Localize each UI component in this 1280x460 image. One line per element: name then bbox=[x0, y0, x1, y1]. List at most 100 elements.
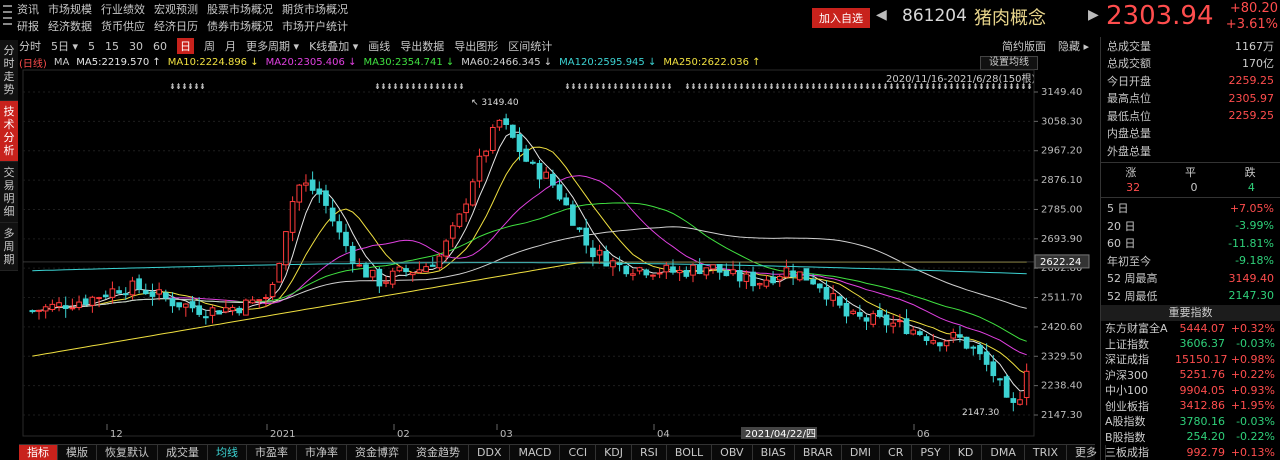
index-change: -0.03% bbox=[1236, 337, 1275, 351]
indicator-tab[interactable]: DMI bbox=[842, 445, 881, 460]
indicator-tab[interactable]: BIAS bbox=[753, 445, 795, 460]
candle-body bbox=[162, 292, 169, 299]
breadth-label: 跌 bbox=[1244, 166, 1256, 179]
perf-row: 年初至今 -9.18% bbox=[1101, 252, 1280, 270]
candle-body bbox=[82, 298, 89, 305]
candle-body bbox=[816, 283, 823, 289]
menu-item[interactable]: 研报 bbox=[17, 18, 39, 34]
candle-body bbox=[496, 119, 503, 128]
perf-row: 52 周最低 2147.30 bbox=[1101, 287, 1280, 305]
candle-body bbox=[329, 207, 336, 222]
indicator-tab[interactable]: 资金博弈 bbox=[347, 445, 408, 460]
toolbar-right-button[interactable]: 隐藏 ▸ bbox=[1058, 38, 1089, 54]
x-tick-label: 02 bbox=[397, 429, 410, 440]
indicator-tab[interactable]: 指标 bbox=[19, 445, 58, 460]
menu-row-1: 资讯 市场规模 行业绩效 宏观预测 股票市场概况 期货市场概况 bbox=[0, 0, 560, 17]
index-row[interactable]: 创业板指 3412.86 +1.95% bbox=[1101, 398, 1280, 414]
menu-item[interactable]: 经济日历 bbox=[154, 18, 198, 34]
indicator-tab[interactable]: TRIX bbox=[1025, 445, 1068, 460]
kline-svg[interactable]: 3149.40 3058.30 2967.20 2876.10 2785.00 2693.… bbox=[19, 68, 1095, 440]
menu-item[interactable]: 债券市场概况 bbox=[207, 18, 273, 34]
indicator-tab[interactable]: KD bbox=[950, 445, 983, 460]
indicator-tab[interactable]: 模版 bbox=[58, 445, 97, 460]
indicator-tab[interactable]: DDX bbox=[469, 445, 511, 460]
candle-body bbox=[116, 290, 122, 294]
candle-body bbox=[109, 288, 116, 298]
menu-item[interactable]: 货币供应 bbox=[101, 18, 145, 34]
menu-item[interactable]: 行业绩效 bbox=[101, 1, 145, 17]
period-button[interactable]: 分时 bbox=[19, 38, 41, 54]
period-button[interactable]: 导出数据 bbox=[400, 38, 444, 54]
period-button[interactable]: 周 bbox=[204, 38, 215, 54]
indicator-tab[interactable]: RSI bbox=[632, 445, 667, 460]
candle-body bbox=[963, 336, 970, 349]
menu-item[interactable]: 宏观预测 bbox=[154, 1, 198, 17]
index-row[interactable]: 深证成指 15150.17 +0.98% bbox=[1101, 352, 1280, 368]
period-button[interactable]: 60 bbox=[153, 40, 167, 53]
period-button[interactable]: 30 bbox=[129, 40, 143, 53]
indicator-tab[interactable]: 成交量 bbox=[158, 445, 208, 460]
candle-body bbox=[509, 124, 516, 138]
last-price: 2303.94 bbox=[1106, 1, 1214, 31]
ma-legend-item: MA120:2595.945 ↓ bbox=[559, 56, 657, 68]
menu-item[interactable]: 市场规模 bbox=[48, 1, 92, 17]
indicator-tab[interactable]: KDJ bbox=[596, 445, 633, 460]
menu-item[interactable]: 资讯 bbox=[17, 1, 39, 17]
indicator-tab[interactable]: 市盈率 bbox=[247, 445, 297, 460]
candle-body bbox=[590, 247, 596, 258]
left-tab[interactable]: 交易明细 bbox=[0, 162, 18, 223]
index-change: +0.32% bbox=[1230, 321, 1275, 335]
period-button[interactable]: 区间统计 bbox=[508, 38, 552, 54]
indicator-tab[interactable]: PSY bbox=[912, 445, 950, 460]
left-tab[interactable]: 多周期 bbox=[0, 223, 18, 271]
candle-body bbox=[96, 297, 102, 300]
indicator-tab[interactable]: BOLL bbox=[667, 445, 713, 460]
indicator-tab[interactable]: 资金趋势 bbox=[408, 445, 469, 460]
menu-item[interactable]: 市场开户统计 bbox=[282, 18, 348, 34]
indicator-tab[interactable]: 均线 bbox=[208, 445, 247, 460]
period-button[interactable]: K线叠加 ▾ bbox=[309, 38, 358, 54]
period-button[interactable]: 画线 bbox=[368, 38, 390, 54]
period-button[interactable]: 5日 ▾ bbox=[51, 38, 78, 54]
period-button[interactable]: 5 bbox=[88, 40, 95, 53]
menu-item[interactable]: 经济数据 bbox=[48, 18, 92, 34]
next-stock-icon[interactable]: ▶ bbox=[1088, 7, 1099, 23]
period-button[interactable]: 15 bbox=[105, 40, 119, 53]
menu-item[interactable]: 期货市场概况 bbox=[282, 1, 348, 17]
index-price: 9904.05 bbox=[1179, 383, 1226, 397]
indicator-tab[interactable]: 恢复默认 bbox=[97, 445, 158, 460]
menu-item[interactable]: 股票市场概况 bbox=[207, 1, 273, 17]
indicator-tab[interactable]: DMA bbox=[982, 445, 1025, 460]
left-tab[interactable]: 分时走势 bbox=[0, 40, 18, 101]
indicator-tab[interactable]: CCI bbox=[560, 445, 597, 460]
period-button[interactable]: 日 bbox=[177, 38, 195, 54]
kline-chart[interactable]: 3149.40 3058.30 2967.20 2876.10 2785.00 2693.… bbox=[19, 68, 1095, 440]
index-row[interactable]: B股指数 254.20 -0.22% bbox=[1101, 429, 1280, 445]
indicator-tab[interactable]: MACD bbox=[510, 445, 561, 460]
toolbar-right-button[interactable]: 简约版面 bbox=[1002, 38, 1046, 54]
divider bbox=[1101, 196, 1280, 198]
indicator-tab[interactable]: 市净率 bbox=[297, 445, 347, 460]
add-watchlist-button[interactable]: 加入自选 bbox=[812, 8, 870, 28]
index-row[interactable]: 上证指数 3606.37 -0.03% bbox=[1101, 336, 1280, 352]
indicator-tab[interactable]: CR bbox=[880, 445, 913, 460]
candle-body bbox=[803, 268, 810, 281]
indicator-tab[interactable]: BRAR bbox=[795, 445, 842, 460]
candle-body bbox=[690, 264, 696, 276]
stat-row: 内盘总量 bbox=[1101, 125, 1280, 143]
period-button[interactable]: 更多周期 ▾ bbox=[246, 38, 299, 54]
index-row[interactable]: 沪深300 5251.76 +0.22% bbox=[1101, 367, 1280, 383]
index-row[interactable]: 东方财富全A 5444.07 +0.32% bbox=[1101, 321, 1280, 337]
index-row[interactable]: 三板成指 992.79 +0.13% bbox=[1101, 445, 1280, 460]
prev-stock-icon[interactable]: ◀ bbox=[876, 7, 887, 23]
period-button[interactable]: 月 bbox=[225, 38, 236, 54]
indicator-tab[interactable]: OBV bbox=[712, 445, 753, 460]
index-row[interactable]: 中小100 9904.05 +0.93% bbox=[1101, 383, 1280, 399]
candle-body bbox=[530, 161, 536, 164]
period-button[interactable]: 导出图形 bbox=[454, 38, 498, 54]
y-tick-label: 3149.40 bbox=[1041, 87, 1082, 98]
candle-body bbox=[870, 313, 877, 325]
index-row[interactable]: A股指数 3780.16 -0.03% bbox=[1101, 414, 1280, 430]
left-tab[interactable]: 技术分析 bbox=[0, 101, 18, 162]
event-marker: ⇟ bbox=[1026, 82, 1033, 91]
